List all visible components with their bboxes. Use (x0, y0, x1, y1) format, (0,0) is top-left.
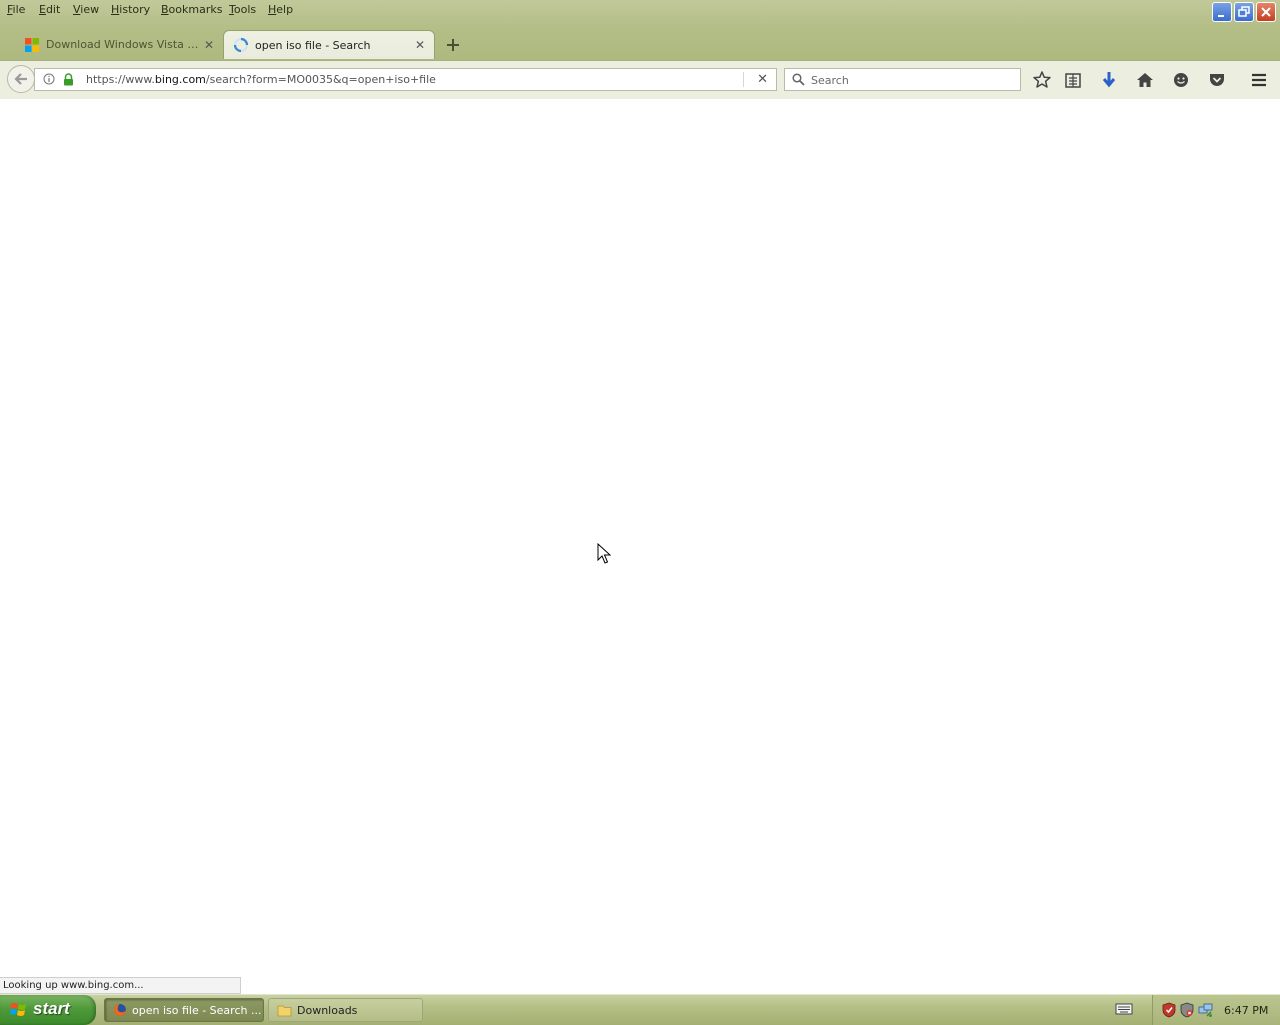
restore-button[interactable] (1234, 2, 1254, 22)
new-tab-icon[interactable] (444, 36, 462, 54)
minimize-button[interactable] (1212, 2, 1232, 22)
menu-help[interactable]: Help (268, 3, 293, 16)
search-icon (792, 73, 805, 86)
start-button[interactable]: start (0, 995, 96, 1025)
menu-bar: File Edit View History Bookmarks Tools H… (0, 0, 1200, 20)
info-icon[interactable] (43, 73, 55, 85)
folder-icon (277, 1005, 292, 1016)
tab-title: open iso file - Search (255, 38, 371, 52)
downloads-arrow-icon[interactable] (1099, 70, 1119, 90)
back-button[interactable] (7, 65, 35, 93)
network-icon[interactable] (1198, 1002, 1214, 1018)
lock-icon (64, 73, 73, 86)
taskbar-button-downloads[interactable]: Downloads (268, 998, 423, 1022)
taskbar: start open iso file - Search ... Downloa… (0, 994, 1280, 1025)
taskbar-button-firefox[interactable]: open iso file - Search ... (104, 998, 264, 1022)
tab-download-windows-vista[interactable]: Download Windows Vista Ser... ✕ (15, 30, 223, 59)
tab-bar: Download Windows Vista Ser... ✕ open iso… (0, 30, 1280, 60)
menu-view[interactable]: View (73, 3, 99, 16)
page-content (0, 99, 1280, 994)
tab-open-iso-file[interactable]: open iso file - Search ✕ (223, 30, 435, 59)
menu-history[interactable]: History (111, 3, 150, 16)
tab-close-icon[interactable]: ✕ (201, 37, 217, 53)
url-host: bing.com (154, 73, 206, 86)
browser-chrome: File Edit View History Bookmarks Tools H… (0, 0, 1280, 100)
back-arrow-icon (14, 73, 27, 85)
loading-spinner-icon (233, 37, 249, 53)
reading-list-icon[interactable] (1063, 70, 1083, 90)
url-path: /search?form=MO0035&q=open+iso+file (205, 73, 436, 86)
tab-title: Download Windows Vista Ser... (46, 38, 201, 51)
taskbar-button-label: open iso file - Search ... (132, 1003, 262, 1017)
search-input[interactable] (809, 71, 1013, 89)
keyboard-icon[interactable] (1115, 1002, 1133, 1016)
clock[interactable]: 6:47 PM (1224, 1004, 1268, 1017)
bookmark-star-icon[interactable] (1032, 70, 1052, 90)
taskbar-button-label: Downloads (297, 1003, 358, 1017)
close-icon (1261, 7, 1271, 17)
windows-security-icon[interactable] (1180, 1002, 1194, 1018)
menu-edit[interactable]: Edit (39, 3, 60, 16)
stop-loading-icon[interactable]: ✕ (757, 72, 768, 87)
security-shield-icon[interactable] (1162, 1002, 1176, 1018)
pocket-icon[interactable] (1207, 70, 1227, 90)
menu-hamburger-icon[interactable] (1249, 70, 1269, 90)
restore-icon (1238, 6, 1250, 17)
home-icon[interactable] (1135, 70, 1155, 90)
close-window-button[interactable] (1256, 2, 1276, 22)
minimize-icon (1218, 15, 1224, 17)
url-text: https://www.bing.com/search?form=MO0035&… (86, 73, 436, 86)
window-controls (1212, 2, 1278, 23)
tab-close-icon[interactable]: ✕ (412, 37, 428, 53)
windows-flag-icon (10, 1003, 26, 1016)
menu-tools[interactable]: Tools (229, 3, 256, 16)
url-bar[interactable]: https://www.bing.com/search?form=MO0035&… (34, 68, 777, 91)
navigation-bar: https://www.bing.com/search?form=MO0035&… (0, 60, 1280, 99)
url-divider (743, 72, 744, 87)
status-text: Looking up www.bing.com... (0, 977, 241, 994)
search-bar[interactable] (784, 68, 1021, 91)
system-tray: 6:47 PM (1152, 995, 1280, 1025)
mouse-cursor-icon (597, 543, 611, 564)
firefox-icon (114, 1004, 126, 1016)
microsoft-logo-icon (25, 37, 39, 52)
menu-bookmarks[interactable]: Bookmarks (161, 3, 222, 16)
url-prefix: https://www. (86, 73, 155, 86)
start-label: start (33, 999, 70, 1018)
hello-icon[interactable] (1171, 70, 1191, 90)
menu-file[interactable]: File (7, 3, 25, 16)
